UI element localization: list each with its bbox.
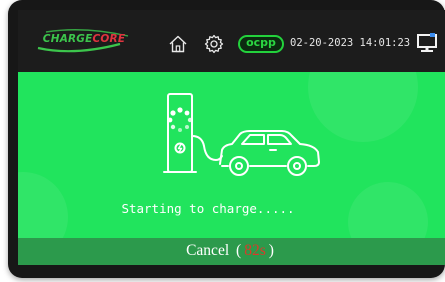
countdown-timer: 82s — [244, 242, 266, 259]
charging-status-text: Starting to charge..... — [121, 201, 295, 216]
charging-station — [167, 93, 193, 173]
cancel-label-group: Cancel (82s) — [18, 242, 445, 260]
chargecore-logo: CHARGECORE — [24, 24, 144, 60]
settings-button[interactable] — [204, 34, 224, 54]
ocpp-status-badge: ocpp — [238, 35, 284, 53]
countdown-close-paren: ) — [268, 242, 274, 259]
car-wheel — [287, 156, 307, 176]
logo-prefix: CHARGE — [42, 33, 93, 45]
home-icon — [169, 35, 187, 53]
charging-cable — [191, 135, 223, 161]
ocpp-label: ocpp — [246, 36, 276, 49]
logo-suffix: CORE — [92, 33, 126, 45]
datetime-display: 02-20-2023 14:01:23 — [290, 37, 411, 49]
home-button[interactable] — [168, 34, 188, 54]
countdown-open-paren: ( — [236, 242, 242, 259]
cancel-button[interactable]: Cancel (82s) — [18, 238, 445, 265]
car-wheel — [229, 156, 249, 176]
ev-charging-illustration — [163, 93, 320, 176]
loading-spinner — [167, 107, 193, 132]
monitor-icon — [416, 32, 438, 56]
charger-screen: CHARGECORE ocpp 02-20-2023 14:01:23 Star… — [18, 10, 445, 265]
gear-icon — [204, 34, 224, 54]
charging-panel: Starting to charge..... Cancel (82s) — [18, 72, 445, 265]
top-bar: CHARGECORE ocpp 02-20-2023 14:01:23 — [18, 10, 445, 72]
cancel-label: Cancel — [186, 242, 230, 259]
logo-text: CHARGECORE — [24, 33, 144, 45]
